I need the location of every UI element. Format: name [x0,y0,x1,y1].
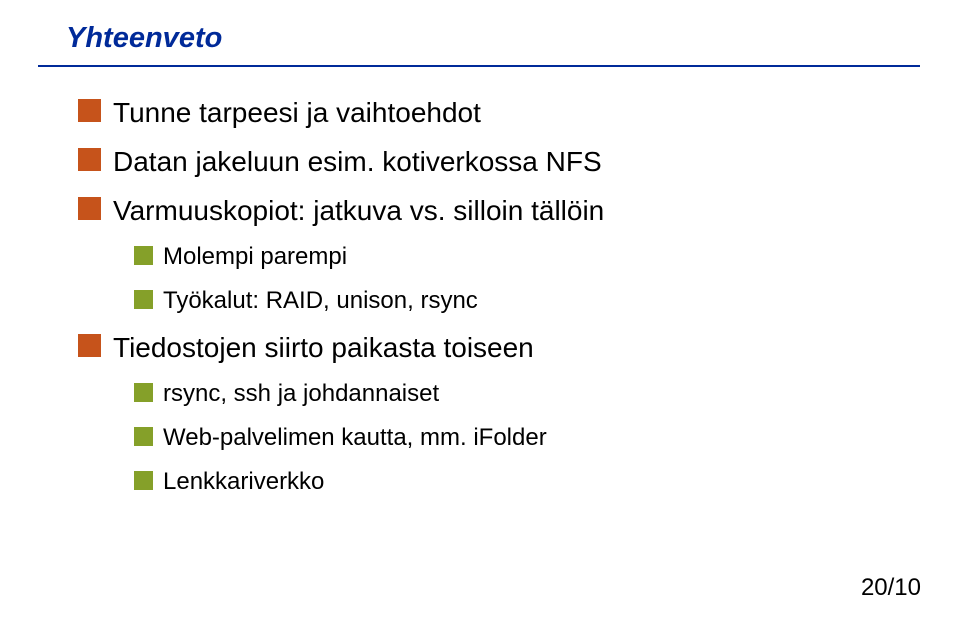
sub-bullet-item: Web-palvelimen kautta, mm. iFolder [134,423,921,453]
sub-bullet-item: Molempi parempi [134,242,921,272]
bullet-text: Web-palvelimen kautta, mm. iFolder [163,423,547,453]
title-divider [38,65,920,67]
bullet-item: Tiedostojen siirto paikasta toiseen [78,330,921,365]
slide: Yhteenveto Tunne tarpeesi ja vaihtoehdot… [0,0,959,622]
sub-bullet-item: rsync, ssh ja johdannaiset [134,379,921,409]
bullet-text: Lenkkariverkko [163,467,324,497]
square-bullet-icon [134,246,153,265]
sub-bullet-item: Työkalut: RAID, unison, rsync [134,286,921,316]
page-number: 20/10 [861,574,921,602]
bullet-item: Tunne tarpeesi ja vaihtoehdot [78,95,921,130]
bullet-text: Tunne tarpeesi ja vaihtoehdot [113,95,481,130]
bullet-text: Tiedostojen siirto paikasta toiseen [113,330,534,365]
bullet-text: Datan jakeluun esim. kotiverkossa NFS [113,144,602,179]
bullet-text: Työkalut: RAID, unison, rsync [163,286,478,316]
square-bullet-icon [134,383,153,402]
bullet-text: rsync, ssh ja johdannaiset [163,379,439,409]
bullet-text: Varmuuskopiot: jatkuva vs. silloin tällö… [113,193,604,228]
slide-title: Yhteenveto [66,22,921,55]
square-bullet-icon [78,148,101,171]
sub-bullet-item: Lenkkariverkko [134,467,921,497]
square-bullet-icon [78,197,101,220]
square-bullet-icon [78,99,101,122]
bullet-item: Varmuuskopiot: jatkuva vs. silloin tällö… [78,193,921,228]
bullet-text: Molempi parempi [163,242,347,272]
square-bullet-icon [134,290,153,309]
square-bullet-icon [134,427,153,446]
slide-content: Tunne tarpeesi ja vaihtoehdot Datan jake… [78,95,921,497]
square-bullet-icon [134,471,153,490]
bullet-item: Datan jakeluun esim. kotiverkossa NFS [78,144,921,179]
square-bullet-icon [78,334,101,357]
